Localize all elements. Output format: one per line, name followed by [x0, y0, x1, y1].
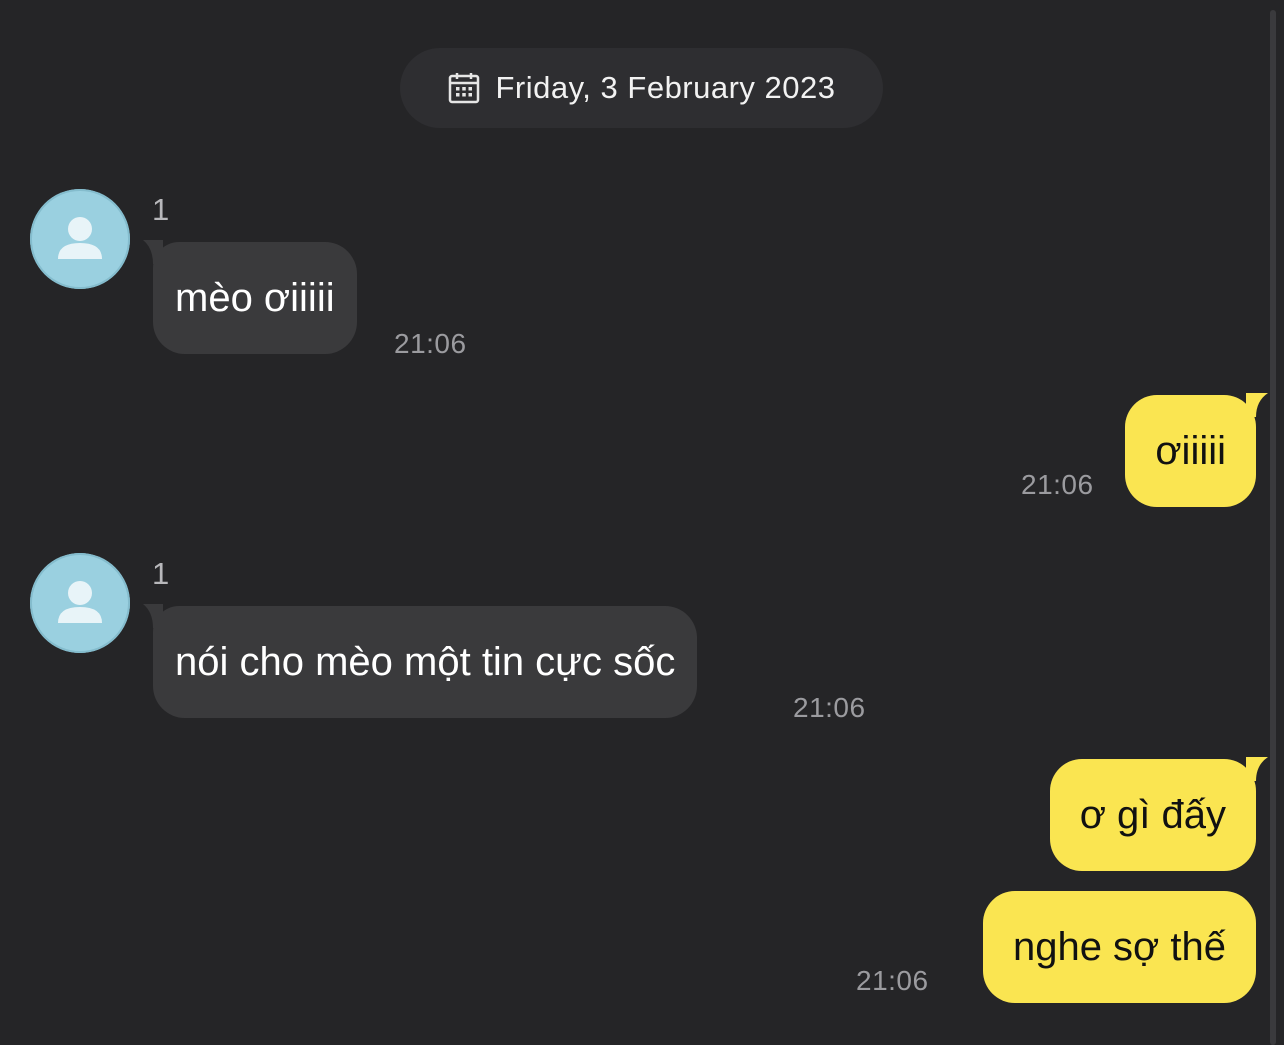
bubble-tail: [1246, 757, 1268, 781]
message-time: 21:06: [856, 965, 929, 996]
outgoing-message-bubble[interactable]: ơ gì đấy: [1049, 757, 1268, 871]
sender-avatar[interactable]: [30, 553, 130, 653]
default-user-avatar-icon: [58, 581, 102, 623]
message-text: ơiiiii: [1155, 428, 1226, 473]
message-time: 21:06: [1021, 469, 1094, 500]
calendar-icon: [447, 71, 481, 105]
scrollbar[interactable]: [1270, 10, 1276, 1045]
default-user-avatar-icon: [58, 217, 102, 259]
message-time: 21:06: [793, 692, 866, 723]
message-text: ơ gì đấy: [1079, 792, 1226, 837]
incoming-message-bubble[interactable]: mèo ơiiiii: [143, 240, 357, 354]
chat-view: Friday, 3 February 2023 1 mèo ơiiiii 21:…: [0, 0, 1284, 1045]
bubble-tail: [1246, 393, 1268, 417]
date-separator: Friday, 3 February 2023: [400, 48, 883, 128]
bubble-tail: [143, 240, 163, 264]
message-text: mèo ơiiiii: [175, 275, 335, 320]
message-time: 21:06: [394, 328, 467, 359]
sender-avatar[interactable]: [30, 189, 130, 289]
bubble-tail: [143, 604, 163, 628]
outgoing-message-bubble[interactable]: nghe sợ thế: [982, 891, 1256, 1003]
message-text: nói cho mèo một tin cực sốc: [175, 639, 676, 684]
date-label: Friday, 3 February 2023: [495, 70, 836, 105]
outgoing-message-bubble[interactable]: ơiiiii: [1125, 393, 1268, 507]
message-text: nghe sợ thế: [1012, 924, 1226, 969]
sender-name: 1: [152, 556, 170, 591]
sender-name: 1: [152, 192, 170, 227]
incoming-message-bubble[interactable]: nói cho mèo một tin cực sốc: [143, 604, 698, 718]
